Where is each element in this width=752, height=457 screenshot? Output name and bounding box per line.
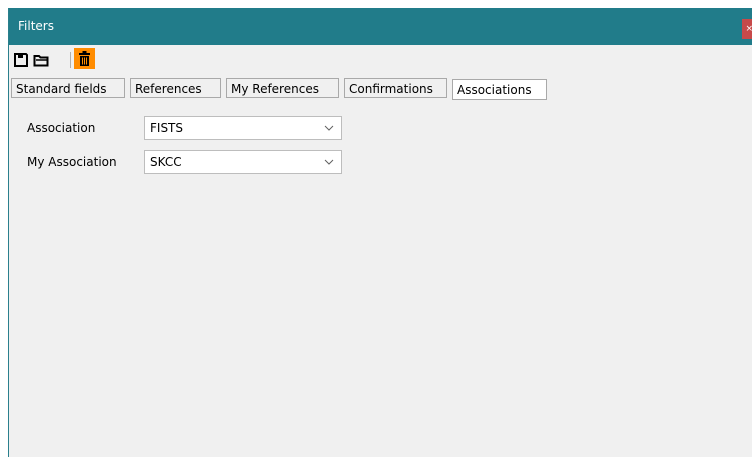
save-icon[interactable]: [13, 52, 29, 68]
tab-my-references[interactable]: My References: [226, 78, 339, 98]
tab-confirmations[interactable]: Confirmations: [344, 78, 447, 98]
tab-bar: Standard fields References My References…: [9, 77, 752, 101]
my-association-select[interactable]: SKCC: [144, 150, 342, 174]
my-association-label: My Association: [27, 155, 117, 169]
close-button[interactable]: ×: [742, 19, 752, 39]
association-label: Association: [27, 121, 96, 135]
trash-icon: [79, 51, 90, 66]
delete-button[interactable]: [74, 48, 95, 69]
toolbar: [9, 46, 752, 74]
open-folder-icon[interactable]: [33, 52, 49, 68]
association-value: FISTS: [150, 121, 184, 135]
my-association-value: SKCC: [150, 155, 182, 169]
association-select[interactable]: FISTS: [144, 116, 342, 140]
chevron-down-icon: [324, 159, 334, 165]
tab-references[interactable]: References: [130, 78, 221, 98]
title-bar[interactable]: Filters ×: [9, 8, 752, 45]
filters-window: Filters × Standard fields References My: [8, 8, 752, 457]
toolbar-separator: [70, 52, 71, 68]
window-title: Filters: [18, 19, 54, 33]
tab-standard-fields[interactable]: Standard fields: [11, 78, 125, 98]
chevron-down-icon: [324, 125, 334, 131]
tab-associations[interactable]: Associations: [452, 79, 547, 100]
